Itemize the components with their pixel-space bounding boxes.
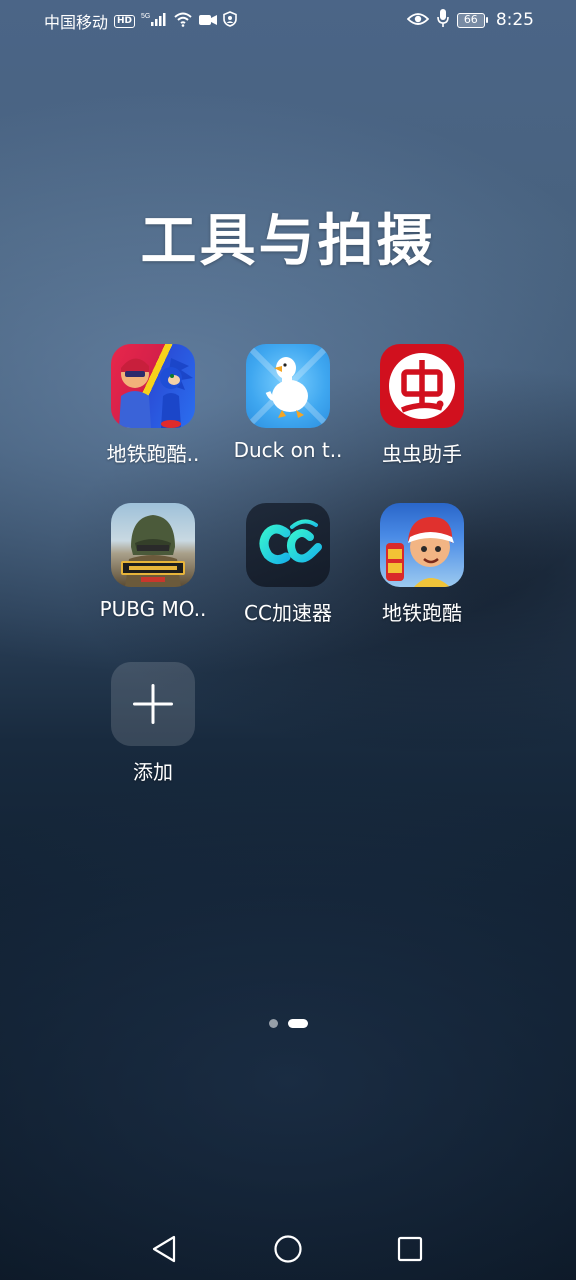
microphone-icon [437,9,449,31]
page-dot-2-active[interactable] [287,1019,308,1028]
pubg-icon [111,503,195,587]
network-type: 5G [141,13,150,20]
page-indicator [0,1019,576,1028]
add-app-button[interactable]: 添加 [78,662,228,785]
eye-icon [406,11,430,30]
app-cc-accelerator[interactable]: CC加速器 [213,503,363,626]
recents-square-icon [397,1236,423,1262]
battery-icon: 66 [456,12,488,28]
page-dot-1[interactable] [268,1019,278,1028]
status-bar: 中国移动 HD 5G 66 8:25 [0,0,576,40]
cc-accelerator-icon [246,503,330,587]
duck-icon [246,344,330,428]
folder-title[interactable]: 工具与拍摄 [0,196,576,277]
app-subway-surfers[interactable]: 地铁跑酷 [347,503,497,626]
back-button[interactable] [144,1228,186,1270]
carrier-name: 中国移动 [44,13,109,32]
signal-icon: 5G [141,11,167,31]
navigation-bar [0,1228,576,1270]
wifi-icon [173,11,193,31]
video-icon [199,12,218,31]
hd-badge: HD [114,14,136,28]
recents-button[interactable] [389,1228,431,1270]
app-label: 地铁跑酷.. [106,442,200,466]
battery-level: 66 [456,12,485,28]
add-label: 添加 [133,760,173,784]
subway-sonic-icon [111,344,195,428]
app-duck-on-the-run[interactable]: Duck on t.. [213,344,363,462]
app-pubg-mobile[interactable]: PUBG MO.. [78,503,228,621]
app-subway-surf-sonic[interactable]: 地铁跑酷.. [78,344,228,467]
clock: 8:25 [495,10,534,30]
shield-icon [223,11,237,31]
subway-surfers-icon [380,503,464,587]
status-left: 中国移动 HD 5G [44,9,237,33]
back-triangle-icon [152,1235,176,1263]
app-label: CC加速器 [244,601,332,625]
chongchong-icon [380,344,464,428]
plus-icon [111,662,195,746]
app-label: 地铁跑酷 [382,601,462,625]
home-button[interactable] [267,1228,309,1270]
home-circle-icon [274,1235,302,1263]
app-chongchong[interactable]: 虫虫助手 [347,344,497,467]
app-label: Duck on t.. [233,438,343,462]
app-label: PUBG MO.. [99,597,207,621]
app-label: 虫虫助手 [382,442,462,466]
status-right: 66 8:25 [406,9,534,31]
